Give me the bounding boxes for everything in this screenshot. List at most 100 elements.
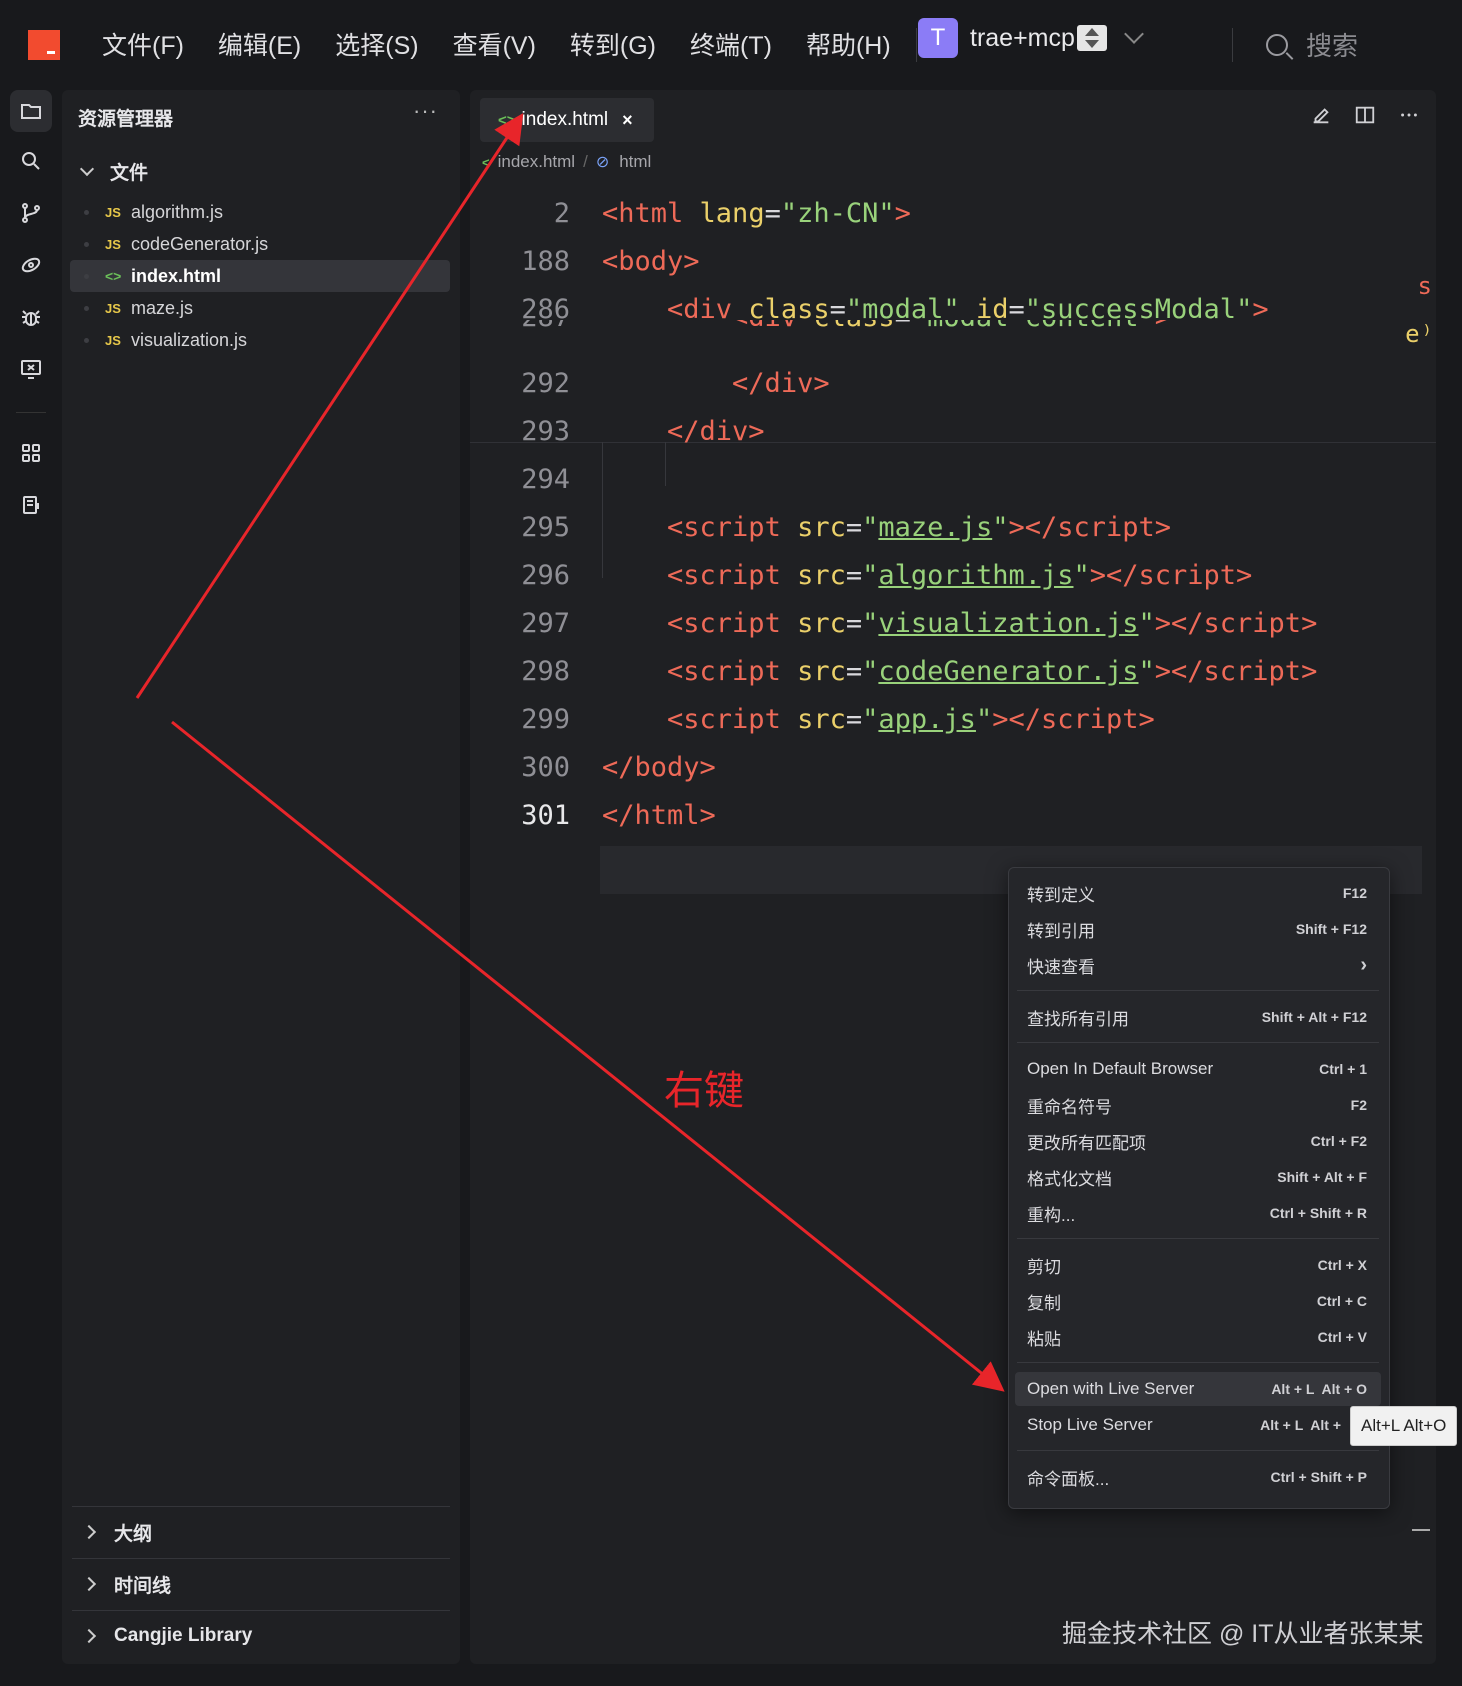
context-menu: 转到定义 F12 转到引用 Shift + F12 快速查看 › 查找所有引用 Shif… bbox=[1008, 867, 1390, 1509]
menu-help[interactable]: 帮助(H) bbox=[806, 26, 891, 62]
code-line: 188 <body> bbox=[470, 238, 1436, 286]
chevron-down-icon[interactable] bbox=[1124, 24, 1144, 44]
js-file-icon: JS bbox=[105, 300, 121, 316]
file-item-codegenerator[interactable]: JS codeGenerator.js bbox=[70, 228, 450, 260]
menu-item-change-all-occurrences[interactable]: 更改所有匹配项 Ctrl + F2 bbox=[1015, 1124, 1381, 1158]
menu-item-goto-definition[interactable]: 转到定义 F12 bbox=[1015, 876, 1381, 910]
chevron-right-icon bbox=[81, 1524, 97, 1540]
debug-icon[interactable] bbox=[10, 296, 52, 338]
code-line: 300 </body> bbox=[470, 744, 1436, 792]
file-item-index-html[interactable]: <> index.html bbox=[70, 260, 450, 292]
script-src-link[interactable]: maze.js bbox=[878, 512, 992, 543]
file-item-maze[interactable]: JS maze.js bbox=[70, 292, 450, 324]
code-area[interactable]: 2 <html lang="zh-CN"> 188 <body> 286 <di… bbox=[470, 190, 1436, 910]
line-number: 295 bbox=[521, 512, 570, 543]
menu-selection[interactable]: 选择(S) bbox=[335, 26, 418, 62]
menu-item-peek[interactable]: 快速查看 › bbox=[1015, 948, 1381, 982]
html-file-icon: < bbox=[482, 154, 490, 170]
menu-item-rename-symbol[interactable]: 重命名符号 F2 bbox=[1015, 1088, 1381, 1122]
file-item-algorithm[interactable]: JS algorithm.js bbox=[70, 196, 450, 228]
menu-view[interactable]: 查看(V) bbox=[453, 26, 536, 62]
breadcrumb-separator: / bbox=[583, 152, 588, 171]
script-src-link[interactable]: algorithm.js bbox=[878, 560, 1073, 591]
line-number: 297 bbox=[521, 608, 570, 639]
line-number: 296 bbox=[521, 560, 570, 591]
line-number: 293 bbox=[521, 416, 570, 447]
notebook-icon[interactable] bbox=[10, 484, 52, 526]
script-src-link[interactable]: app.js bbox=[878, 704, 976, 735]
menu-bar: 文件(F) 编辑(E) 选择(S) 查看(V) 转到(G) 终端(T) 帮助(H… bbox=[102, 26, 925, 62]
title-bar: 文件(F) 编辑(E) 选择(S) 查看(V) 转到(G) 终端(T) 帮助(H… bbox=[0, 0, 1462, 88]
search-icon[interactable] bbox=[10, 140, 52, 182]
menu-item-goto-references[interactable]: 转到引用 Shift + F12 bbox=[1015, 912, 1381, 946]
line-number: 2 bbox=[553, 198, 570, 229]
more-icon[interactable]: ··· bbox=[413, 98, 438, 124]
breadcrumb-element[interactable]: html bbox=[619, 152, 651, 172]
menu-item-cut[interactable]: 剪切 Ctrl + X bbox=[1015, 1248, 1381, 1282]
menu-item-open-live-server[interactable]: Open with Live Server Alt + L Alt + O bbox=[1015, 1372, 1381, 1406]
menu-item-open-default-browser[interactable]: Open In Default Browser Ctrl + 1 bbox=[1015, 1052, 1381, 1086]
menu-item-stop-live-server[interactable]: Stop Live Server Alt + L Alt + bbox=[1015, 1408, 1381, 1442]
menu-file[interactable]: 文件(F) bbox=[102, 26, 184, 62]
line-content: <div class="modal-content"> bbox=[602, 320, 1171, 342]
search-icon bbox=[1266, 33, 1288, 56]
file-name: maze.js bbox=[131, 297, 194, 318]
file-item-visualization[interactable]: JS visualization.js bbox=[70, 324, 450, 356]
project-switcher[interactable]: T trae+mcp bbox=[918, 18, 1144, 58]
line-number: 287 bbox=[470, 320, 570, 342]
source-control-icon[interactable] bbox=[10, 192, 52, 234]
line-content: <script src="visualization.js"></script> bbox=[667, 608, 1318, 639]
line-number: 300 bbox=[521, 752, 570, 783]
code-line: 297 <script src="visualization.js"></scr… bbox=[470, 600, 1436, 648]
section-cangjie-library[interactable]: Cangjie Library bbox=[72, 1610, 450, 1661]
script-src-link[interactable]: codeGenerator.js bbox=[878, 656, 1138, 687]
menu-item-copy[interactable]: 复制 Ctrl + C bbox=[1015, 1284, 1381, 1318]
breadcrumb: < index.html / ⊘ html bbox=[482, 152, 651, 172]
js-file-icon: JS bbox=[105, 332, 121, 348]
title-divider bbox=[916, 28, 917, 62]
status-dot bbox=[84, 337, 89, 343]
menu-separator bbox=[1017, 1450, 1379, 1451]
line-content: <script src="maze.js"></script> bbox=[667, 512, 1172, 543]
menu-item-format-document[interactable]: 格式化文档 Shift + Alt + F bbox=[1015, 1160, 1381, 1194]
menu-edit[interactable]: 编辑(E) bbox=[218, 26, 301, 62]
explorer-icon[interactable] bbox=[10, 90, 52, 132]
folder-header[interactable]: 文件 bbox=[79, 158, 149, 185]
status-dot bbox=[84, 273, 89, 279]
script-src-link[interactable]: visualization.js bbox=[878, 608, 1138, 639]
more-icon[interactable] bbox=[1398, 104, 1420, 126]
sort-updown-icon bbox=[1076, 25, 1107, 51]
extensions-icon[interactable] bbox=[10, 432, 52, 474]
element-icon: ⊘ bbox=[595, 154, 610, 171]
chevron-right-icon bbox=[81, 1628, 97, 1644]
split-editor-icon[interactable] bbox=[1354, 104, 1376, 126]
line-content: </div> bbox=[732, 368, 830, 399]
line-number: 292 bbox=[521, 368, 570, 399]
menu-item-refactor[interactable]: 重构... Ctrl + Shift + R bbox=[1015, 1196, 1381, 1230]
status-dot bbox=[84, 209, 89, 215]
menu-item-find-all-references[interactable]: 查找所有引用 Shift + Alt + F12 bbox=[1015, 1000, 1381, 1034]
menu-item-command-palette[interactable]: 命令面板... Ctrl + Shift + P bbox=[1015, 1460, 1381, 1494]
code-line-partial: 287 <div class="modal-content"> bbox=[470, 320, 1436, 342]
remote-icon[interactable] bbox=[10, 244, 52, 286]
overflow-text: s bbox=[1417, 272, 1432, 300]
preview-icon[interactable] bbox=[10, 348, 52, 390]
menu-terminal[interactable]: 终端(T) bbox=[690, 26, 772, 62]
section-outline[interactable]: 大纲 bbox=[72, 1506, 450, 1557]
section-timeline[interactable]: 时间线 bbox=[72, 1558, 450, 1609]
breadcrumb-file[interactable]: index.html bbox=[498, 152, 575, 172]
tab-index-html[interactable]: <> index.html × bbox=[480, 98, 654, 142]
menu-item-paste[interactable]: 粘贴 Ctrl + V bbox=[1015, 1320, 1381, 1354]
code-line: 295 <script src="maze.js"></script> bbox=[470, 504, 1436, 552]
section-label: Cangjie Library bbox=[114, 1625, 253, 1646]
section-label: 时间线 bbox=[114, 1575, 172, 1597]
section-label: 大纲 bbox=[114, 1523, 153, 1545]
menu-goto[interactable]: 转到(G) bbox=[570, 26, 656, 62]
lang-value: zh-CN bbox=[797, 198, 879, 229]
chevron-down-icon bbox=[79, 161, 95, 177]
close-icon[interactable]: × bbox=[622, 110, 633, 131]
folder-name: 文件 bbox=[110, 163, 149, 184]
explorer-panel: 资源管理器 ··· 文件 JS algorithm.js JS codeGene… bbox=[62, 90, 460, 1664]
edit-pencil-icon[interactable] bbox=[1310, 104, 1332, 126]
search-box[interactable]: 搜索 bbox=[1266, 26, 1358, 63]
